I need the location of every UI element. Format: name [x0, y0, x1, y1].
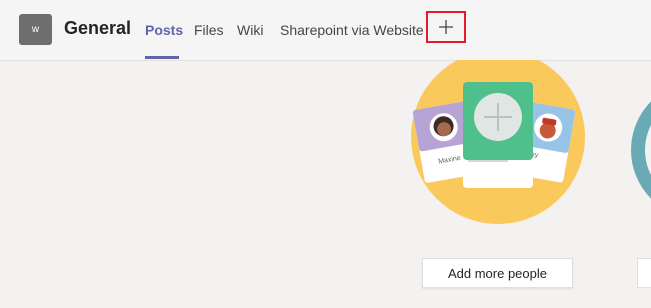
partial-button[interactable]	[637, 258, 651, 288]
plus-icon	[439, 20, 453, 34]
add-person-card	[463, 82, 533, 188]
channel-header: w General Posts Files Wiki Sharepoint vi…	[0, 0, 651, 61]
tab-files[interactable]: Files	[194, 22, 224, 38]
team-avatar: w	[19, 14, 52, 45]
tab-sharepoint-via-website[interactable]: Sharepoint via Website	[280, 22, 424, 38]
add-more-people-button[interactable]: Add more people	[422, 258, 573, 288]
partial-illustration	[631, 101, 651, 199]
channel-title: General	[64, 18, 132, 38]
tab-wiki[interactable]: Wiki	[237, 22, 263, 38]
tab-posts[interactable]: Posts	[145, 22, 183, 38]
add-tab-button[interactable]	[426, 11, 466, 43]
active-tab-indicator	[145, 56, 179, 59]
